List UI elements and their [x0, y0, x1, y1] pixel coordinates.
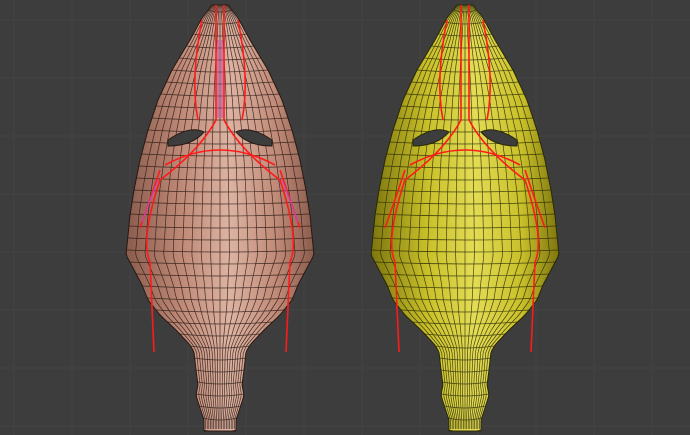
- right-head-mesh[interactable]: [345, 0, 690, 435]
- 3d-viewport[interactable]: [0, 0, 690, 435]
- left-head-mesh[interactable]: [0, 0, 345, 435]
